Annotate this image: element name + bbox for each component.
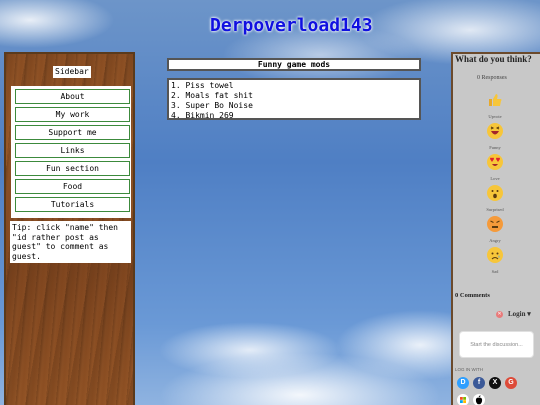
google-login-icon[interactable]: G	[505, 377, 517, 389]
reaction-label: Surprised	[486, 207, 504, 212]
reaction-label: Angry	[489, 238, 501, 243]
login-button[interactable]: Login ▾	[508, 310, 531, 318]
mods-heading: Funny game mods	[167, 58, 421, 71]
apple-login-icon[interactable]	[473, 394, 485, 405]
reaction-label: Funny	[489, 145, 501, 150]
comments-panel: What do you think? 0 Responses Upvote Fu…	[451, 52, 540, 405]
disqus-login-icon[interactable]: D	[457, 377, 469, 389]
reaction-funny[interactable]: Funny	[475, 123, 515, 150]
list-item: 1. Piss towel	[171, 81, 234, 90]
sidebar-nav: About My work Support me Links Fun secti…	[11, 86, 131, 218]
nav-link-food[interactable]: Food	[15, 179, 130, 194]
surprised-face-icon	[487, 185, 503, 201]
angry-face-icon	[487, 216, 503, 232]
reaction-label: Upvote	[488, 114, 502, 119]
sidebar-title: Sidebar	[53, 66, 91, 78]
reaction-angry[interactable]: Angry	[475, 216, 515, 243]
nav-link-about[interactable]: About	[15, 89, 130, 104]
sad-face-icon	[487, 247, 503, 263]
notification-icon[interactable]: ✕	[496, 311, 503, 318]
list-item: 2. Moals fat shit	[171, 91, 253, 100]
login-with-label: LOG IN WITH	[455, 367, 483, 372]
x-login-icon[interactable]: X	[489, 377, 501, 389]
responses-count: 0 Responses	[477, 75, 507, 81]
comments-toolbar: ✕ Login ▾	[453, 310, 540, 322]
tip-box: Tip: click "name" then "id rather post a…	[10, 221, 131, 263]
heart-eyes-face-icon	[487, 154, 503, 170]
nav-link-links[interactable]: Links	[15, 143, 130, 158]
reaction-sad[interactable]: Sad	[475, 247, 515, 274]
list-item: 3. Super Bo Noise	[171, 101, 253, 110]
nav-link-my-work[interactable]: My work	[15, 107, 130, 122]
comments-count: 0 Comments	[455, 292, 490, 299]
mods-list: 1. Piss towel 2. Moals fat shit 3. Super…	[167, 78, 421, 120]
facebook-login-icon[interactable]: f	[473, 377, 485, 389]
nav-link-tutorials[interactable]: Tutorials	[15, 197, 130, 212]
reaction-upvote[interactable]: Upvote	[475, 92, 515, 119]
laughing-face-icon	[487, 123, 503, 139]
microsoft-login-icon[interactable]	[457, 394, 469, 405]
reactions-heading: What do you think?	[455, 54, 532, 64]
sidebar: Sidebar About My work Support me Links F…	[4, 52, 135, 405]
list-item: 4. Bikmin 269	[171, 111, 234, 120]
comment-input[interactable]: Start the discussion...	[459, 331, 534, 358]
reaction-label: Love	[490, 176, 500, 181]
reaction-love[interactable]: Love	[475, 154, 515, 181]
nav-link-fun-section[interactable]: Fun section	[15, 161, 130, 176]
reaction-label: Sad	[491, 269, 499, 274]
nav-link-support-me[interactable]: Support me	[15, 125, 130, 140]
site-title: Derpoverload143	[210, 15, 373, 36]
thumbs-up-icon	[487, 94, 503, 112]
reaction-surprised[interactable]: Surprised	[475, 185, 515, 212]
